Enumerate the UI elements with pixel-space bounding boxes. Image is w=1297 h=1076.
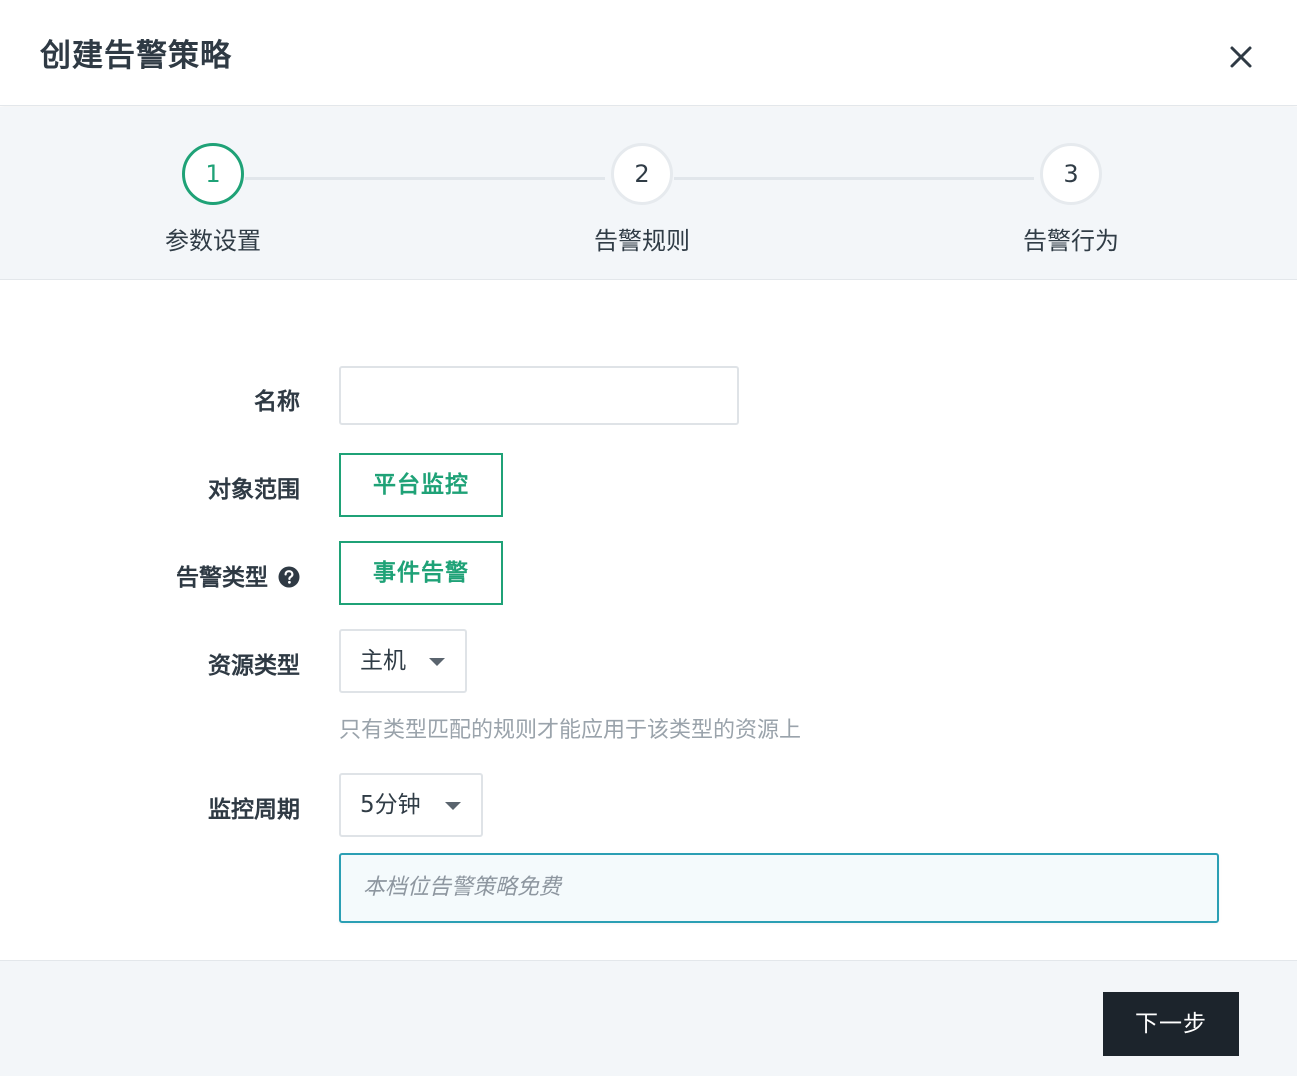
name-input[interactable] xyxy=(339,366,739,425)
dialog-footer: 下一步 xyxy=(0,960,1297,1076)
step-3: 3 告警行为 xyxy=(971,143,1171,256)
monitor-period-value: 5分钟 xyxy=(360,792,421,818)
resource-type-label: 资源类型 xyxy=(208,653,300,679)
step-label: 告警行为 xyxy=(1023,227,1119,255)
create-alert-policy-dialog: 创建告警策略 1 参数设置 2 告警规则 3 告警行为 名称 对象范围 平台监控… xyxy=(0,0,1297,1076)
dialog-title: 创建告警策略 xyxy=(40,38,232,74)
resource-type-value: 主机 xyxy=(360,648,406,674)
step-indicator: 1 参数设置 2 告警规则 3 告警行为 xyxy=(0,107,1297,280)
dialog-header: 创建告警策略 xyxy=(0,0,1297,106)
resource-type-hint: 只有类型匹配的规则才能应用于该类型的资源上 xyxy=(339,718,802,743)
alert-type-label-text: 告警类型 xyxy=(176,565,268,591)
step-number: 3 xyxy=(1040,143,1102,205)
scope-platform-monitor-button[interactable]: 平台监控 xyxy=(339,453,503,517)
step-2: 2 告警规则 xyxy=(542,143,742,256)
step-label: 参数设置 xyxy=(165,227,261,255)
step-number: 1 xyxy=(182,143,244,205)
resource-type-select[interactable]: 主机 xyxy=(339,629,467,693)
monitor-period-notice: 本档位告警策略免费 xyxy=(339,853,1219,923)
help-icon[interactable] xyxy=(278,566,300,588)
caret-down-icon xyxy=(429,658,445,666)
monitor-period-select[interactable]: 5分钟 xyxy=(339,773,483,837)
close-icon xyxy=(1230,46,1252,68)
alert-type-label: 告警类型 xyxy=(0,558,300,592)
scope-label: 对象范围 xyxy=(208,477,300,503)
next-step-button[interactable]: 下一步 xyxy=(1103,992,1239,1056)
step-1: 1 参数设置 xyxy=(113,143,313,256)
caret-down-icon xyxy=(445,802,461,810)
step-label: 告警规则 xyxy=(594,227,690,255)
alert-type-event-button[interactable]: 事件告警 xyxy=(339,541,503,605)
monitor-period-label: 监控周期 xyxy=(208,797,300,823)
name-label: 名称 xyxy=(254,389,300,415)
close-button[interactable] xyxy=(1222,38,1260,76)
step-number: 2 xyxy=(611,143,673,205)
